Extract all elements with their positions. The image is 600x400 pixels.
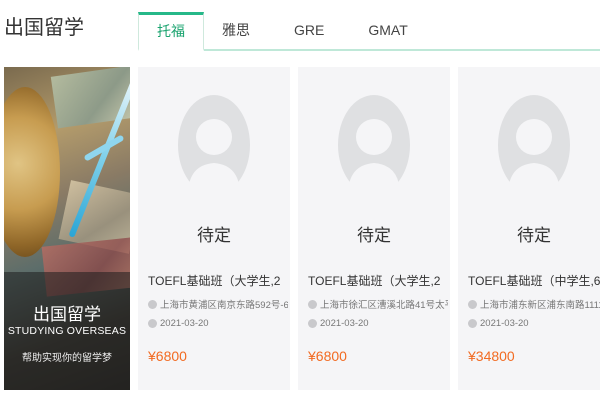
user-placeholder-icon	[178, 95, 250, 195]
clock-icon	[308, 319, 317, 328]
banner-tagline: 帮助实现你的留学梦	[22, 353, 112, 364]
location-text: 上海市黄浦区南京东路592号-6	[160, 300, 288, 311]
course-location: 上海市徐汇区漕溪北路41号太平	[308, 297, 448, 311]
date-text: 2021-03-20	[160, 318, 209, 329]
exam-tabs: 托福 雅思 GRE GMAT	[138, 12, 430, 51]
course-price: ¥34800	[468, 348, 515, 364]
user-placeholder-icon	[338, 95, 410, 195]
user-placeholder-icon	[498, 95, 570, 195]
course-card[interactable]: 待定 TOEFL基础班（大学生,25-30 上海市黄浦区南京东路592号-6 2…	[138, 67, 290, 390]
course-card[interactable]: 待定 TOEFL基础班（大学生,25-30 上海市徐汇区漕溪北路41号太平 20…	[298, 67, 450, 390]
location-text: 上海市徐汇区漕溪北路41号太平	[320, 300, 448, 311]
tab-gre[interactable]: GRE	[272, 12, 346, 51]
course-price: ¥6800	[148, 348, 187, 364]
globe-image	[4, 87, 60, 257]
clock-icon	[148, 319, 157, 328]
tab-toefl[interactable]: 托福	[138, 12, 204, 51]
date-text: 2021-03-20	[480, 318, 529, 329]
instructor-status: 待定	[517, 226, 551, 245]
location-pin-icon	[308, 299, 317, 309]
course-price: ¥6800	[308, 348, 347, 364]
clock-icon	[468, 319, 477, 328]
section-title: 出国留学	[4, 17, 84, 39]
instructor-status: 待定	[197, 226, 231, 245]
tab-gmat[interactable]: GMAT	[346, 12, 429, 51]
banner-subtitle: STUDYING OVERSEAS	[7, 325, 127, 337]
course-date: 2021-03-20	[148, 318, 288, 329]
location-pin-icon	[148, 299, 157, 309]
page-header: 出国留学 托福 雅思 GRE GMAT	[0, 0, 600, 51]
location-text: 上海市浦东新区浦东南路1111号	[480, 300, 600, 311]
study-abroad-banner[interactable]: 出国留学 STUDYING OVERSEAS 帮助实现你的留学梦	[4, 67, 130, 390]
tab-ielts[interactable]: 雅思	[204, 12, 272, 51]
course-card[interactable]: 待定 TOEFL基础班（中学生,6-8人, 上海市浦东新区浦东南路1111号 2…	[458, 67, 600, 390]
course-location: 上海市浦东新区浦东南路1111号	[468, 297, 600, 311]
course-title[interactable]: TOEFL基础班（大学生,25-30	[308, 272, 440, 289]
instructor-status: 待定	[357, 226, 391, 245]
course-location: 上海市黄浦区南京东路592号-6	[148, 297, 288, 311]
course-date: 2021-03-20	[468, 318, 600, 329]
location-pin-icon	[468, 299, 477, 309]
banner-title: 出国留学	[33, 305, 101, 324]
course-title[interactable]: TOEFL基础班（大学生,25-30	[148, 272, 280, 289]
course-date: 2021-03-20	[308, 318, 448, 329]
date-text: 2021-03-20	[320, 318, 369, 329]
course-title[interactable]: TOEFL基础班（中学生,6-8人,	[468, 272, 600, 289]
